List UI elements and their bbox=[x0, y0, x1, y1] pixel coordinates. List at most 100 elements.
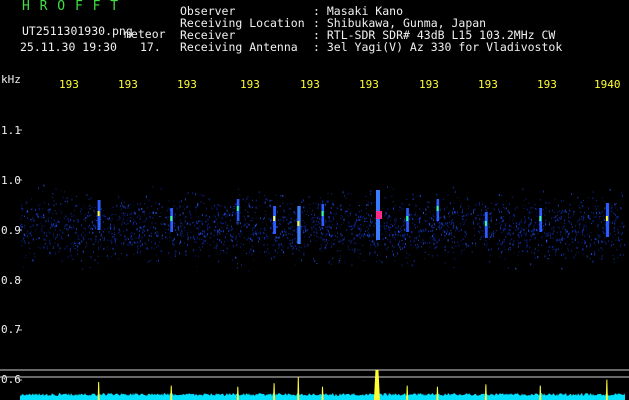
noise-pixel bbox=[551, 262, 553, 264]
noise-pixel bbox=[354, 224, 356, 227]
noise-pixel bbox=[339, 205, 341, 208]
noise-pixel bbox=[488, 225, 490, 228]
noise-pixel bbox=[453, 207, 455, 210]
noise-pixel bbox=[286, 218, 288, 221]
noise-pixel bbox=[406, 262, 408, 264]
noise-pixel bbox=[302, 230, 304, 233]
noise-pixel bbox=[567, 247, 569, 250]
noise-pixel bbox=[482, 217, 484, 220]
noise-pixel bbox=[199, 225, 201, 228]
noise-pixel bbox=[368, 228, 370, 231]
noise-pixel bbox=[189, 210, 191, 213]
noise-pixel bbox=[620, 233, 622, 235]
noise-pixel bbox=[284, 230, 285, 232]
noise-pixel bbox=[275, 240, 277, 243]
noise-pixel bbox=[360, 215, 362, 218]
noise-pixel bbox=[285, 233, 287, 236]
noise-pixel bbox=[621, 222, 623, 224]
noise-pixel bbox=[336, 236, 338, 239]
noise-pixel bbox=[517, 245, 519, 248]
noise-pixel bbox=[613, 212, 615, 214]
noise-pixel bbox=[116, 206, 118, 208]
noise-pixel bbox=[567, 235, 569, 238]
noise-pixel bbox=[584, 242, 586, 245]
noise-pixel bbox=[456, 227, 458, 230]
noise-pixel bbox=[401, 226, 402, 228]
noise-pixel bbox=[598, 234, 600, 237]
noise-pixel bbox=[336, 223, 338, 226]
noise-pixel bbox=[494, 232, 496, 234]
noise-pixel bbox=[57, 244, 59, 247]
noise-pixel bbox=[156, 234, 158, 237]
noise-pixel bbox=[25, 202, 27, 204]
noise-pixel bbox=[583, 212, 585, 214]
noise-pixel bbox=[278, 236, 280, 239]
noise-pixel bbox=[356, 219, 358, 222]
noise-pixel bbox=[602, 226, 604, 229]
noise-pixel bbox=[601, 257, 603, 260]
noise-pixel bbox=[503, 216, 505, 218]
noise-pixel bbox=[114, 234, 115, 235]
noise-pixel bbox=[571, 250, 573, 252]
noise-pixel bbox=[477, 223, 479, 225]
noise-pixel bbox=[258, 191, 260, 194]
noise-pixel bbox=[311, 214, 313, 215]
noise-pixel bbox=[253, 231, 255, 234]
noise-pixel bbox=[57, 221, 59, 223]
noise-pixel bbox=[339, 226, 341, 228]
noise-pixel bbox=[410, 240, 411, 243]
noise-pixel bbox=[347, 208, 349, 210]
noise-pixel bbox=[328, 216, 330, 219]
noise-pixel bbox=[499, 239, 500, 242]
noise-pixel bbox=[113, 235, 115, 238]
noise-pixel bbox=[501, 250, 503, 252]
noise-pixel bbox=[80, 208, 82, 211]
noise-pixel bbox=[324, 246, 326, 249]
noise-pixel bbox=[264, 195, 266, 197]
noise-pixel bbox=[198, 255, 200, 258]
noise-pixel bbox=[613, 258, 615, 261]
noise-pixel bbox=[207, 242, 208, 244]
noise-pixel bbox=[554, 199, 556, 201]
noise-pixel bbox=[81, 240, 83, 243]
noise-pixel bbox=[237, 221, 239, 224]
noise-pixel bbox=[350, 242, 351, 244]
noise-pixel bbox=[83, 238, 84, 241]
noise-pixel bbox=[293, 202, 295, 204]
noise-pixel bbox=[357, 225, 359, 228]
noise-pixel bbox=[310, 234, 312, 237]
noise-pixel bbox=[219, 204, 221, 207]
noise-pixel bbox=[391, 195, 393, 198]
noise-pixel bbox=[524, 217, 526, 220]
noise-pixel bbox=[593, 253, 595, 256]
noise-pixel bbox=[511, 196, 513, 198]
noise-pixel bbox=[444, 208, 445, 211]
noise-pixel bbox=[275, 236, 277, 238]
noise-pixel bbox=[292, 253, 294, 255]
noise-pixel bbox=[315, 223, 316, 226]
noise-pixel bbox=[433, 247, 435, 249]
noise-pixel bbox=[501, 220, 503, 223]
noise-pixel bbox=[251, 239, 253, 242]
noise-pixel bbox=[588, 197, 590, 199]
noise-pixel bbox=[327, 242, 329, 244]
noise-pixel bbox=[173, 244, 175, 247]
noise-pixel bbox=[562, 226, 564, 228]
noise-pixel bbox=[255, 223, 257, 226]
noise-pixel bbox=[486, 247, 488, 249]
noise-pixel bbox=[444, 262, 446, 265]
noise-pixel bbox=[174, 252, 176, 255]
noise-pixel bbox=[397, 243, 399, 246]
noise-pixel bbox=[568, 216, 569, 218]
noise-pixel bbox=[333, 236, 335, 238]
noise-pixel bbox=[255, 230, 257, 233]
noise-pixel bbox=[76, 219, 78, 221]
noise-pixel bbox=[546, 239, 547, 242]
noise-pixel bbox=[30, 225, 32, 228]
noise-pixel bbox=[240, 229, 242, 232]
noise-pixel bbox=[319, 197, 321, 200]
noise-pixel bbox=[204, 230, 206, 232]
noise-pixel bbox=[138, 214, 140, 216]
noise-pixel bbox=[425, 208, 427, 211]
noise-pixel bbox=[123, 212, 125, 215]
